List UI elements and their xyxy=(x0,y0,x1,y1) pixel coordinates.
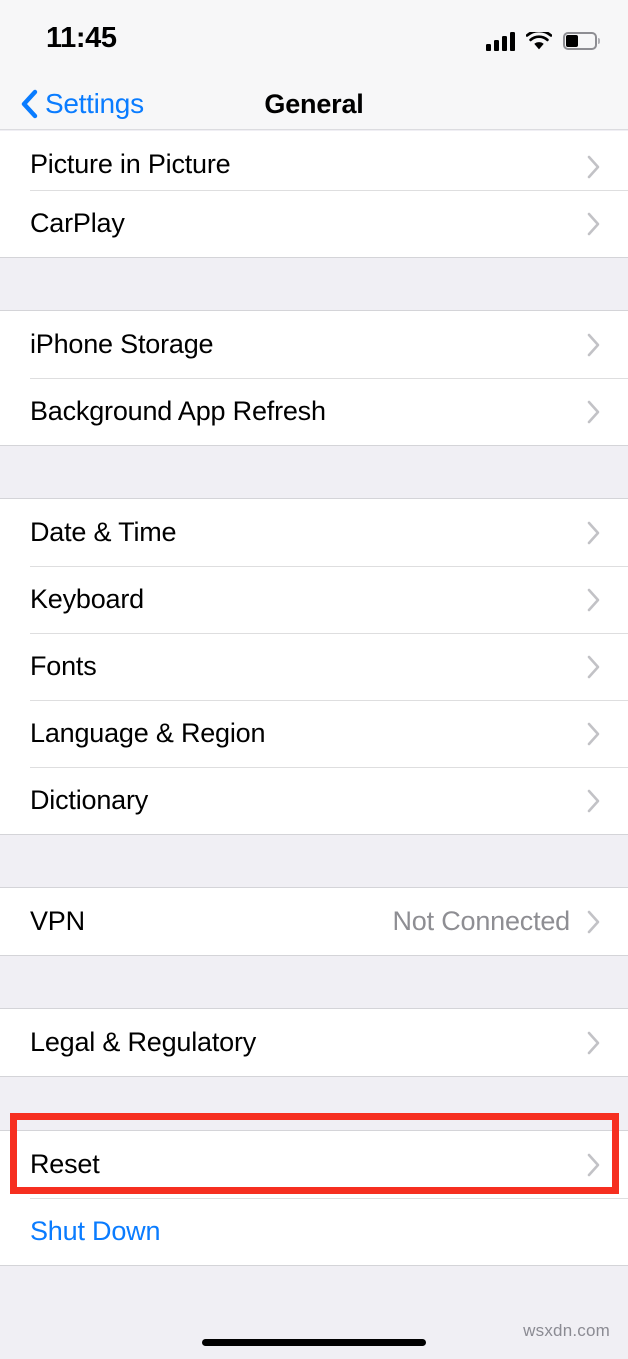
list-item-label: Dictionary xyxy=(30,785,149,815)
list-item[interactable]: CarPlay xyxy=(0,190,628,257)
chevron-right-icon xyxy=(586,1152,602,1178)
settings-group: iPhone Storage Background App Refresh xyxy=(0,310,628,446)
group-separator xyxy=(0,258,628,310)
list-item-label: Picture in Picture xyxy=(30,149,231,179)
list-item[interactable]: Background App Refresh xyxy=(0,378,628,445)
settings-group: Reset Shut Down xyxy=(0,1130,628,1266)
list-item-label: Shut Down xyxy=(30,1216,161,1246)
list-item[interactable]: Picture in Picture xyxy=(0,131,628,190)
group-separator xyxy=(0,1077,628,1130)
chevron-right-icon xyxy=(586,1030,602,1056)
list-item-label: Keyboard xyxy=(30,584,144,614)
list-item-label: iPhone Storage xyxy=(30,329,214,359)
chevron-right-icon xyxy=(586,721,602,747)
list-item-value: Not Connected xyxy=(392,906,570,936)
list-item[interactable]: iPhone Storage xyxy=(0,311,628,378)
chevron-right-icon xyxy=(586,211,602,237)
list-item[interactable]: Fonts xyxy=(0,633,628,700)
navigation-bar: Settings General xyxy=(0,78,628,130)
list-item[interactable]: Date & Time xyxy=(0,499,628,566)
group-separator xyxy=(0,835,628,887)
list-item-label: Date & Time xyxy=(30,517,177,547)
battery-icon xyxy=(563,32,600,50)
list-item-shut-down[interactable]: Shut Down xyxy=(0,1198,628,1265)
wifi-icon xyxy=(525,29,553,51)
chevron-right-icon xyxy=(586,587,602,613)
chevron-right-icon xyxy=(586,909,602,935)
group-separator xyxy=(0,446,628,498)
settings-group: Date & Time Keyboard Fonts Language & Re… xyxy=(0,498,628,835)
group-separator xyxy=(0,956,628,1008)
chevron-right-icon xyxy=(586,154,602,180)
status-bar-time: 11:45 xyxy=(46,22,117,54)
page-title: General xyxy=(264,88,364,119)
cellular-bars-icon xyxy=(486,31,515,51)
settings-list[interactable]: Picture in Picture CarPlay iPhone Storag… xyxy=(0,131,628,1359)
list-item-label: Language & Region xyxy=(30,718,266,748)
settings-group: Legal & Regulatory xyxy=(0,1008,628,1077)
settings-group: VPN Not Connected xyxy=(0,887,628,956)
chevron-right-icon xyxy=(586,520,602,546)
list-item-label: CarPlay xyxy=(30,208,125,238)
chevron-right-icon xyxy=(586,788,602,814)
list-item-label: Reset xyxy=(30,1149,100,1179)
list-item-label: Fonts xyxy=(30,651,97,681)
settings-group: Picture in Picture CarPlay xyxy=(0,131,628,258)
status-bar-indicators xyxy=(486,28,600,54)
chevron-right-icon xyxy=(586,399,602,425)
status-bar: 11:45 xyxy=(0,0,628,78)
list-item[interactable]: Language & Region xyxy=(0,700,628,767)
list-item[interactable]: Legal & Regulatory xyxy=(0,1009,628,1076)
watermark: wsxdn.com xyxy=(523,1321,610,1340)
chevron-right-icon xyxy=(586,332,602,358)
iphone-screen: 11:45 Settings General Picture in Pictur… xyxy=(0,0,628,1359)
list-item-label: Background App Refresh xyxy=(30,396,326,426)
chevron-right-icon xyxy=(586,654,602,680)
list-item-vpn[interactable]: VPN Not Connected xyxy=(0,888,628,955)
list-item[interactable]: Dictionary xyxy=(0,767,628,834)
list-item-label: Legal & Regulatory xyxy=(30,1027,257,1057)
list-item-reset[interactable]: Reset xyxy=(0,1131,628,1198)
list-item-label: VPN xyxy=(30,906,85,936)
list-item[interactable]: Keyboard xyxy=(0,566,628,633)
home-indicator[interactable] xyxy=(202,1339,426,1346)
